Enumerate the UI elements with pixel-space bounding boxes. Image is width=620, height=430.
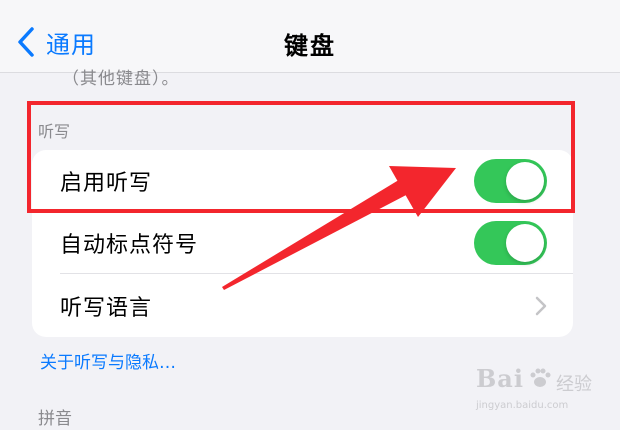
watermark-url: jingyan.baidu.com (476, 400, 569, 411)
dictation-privacy-link[interactable]: 关于听写与隐私… (40, 348, 176, 373)
row-label: 自动标点符号 (60, 233, 199, 258)
row-label: 听写语言 (60, 295, 153, 321)
baidu-watermark: Bai 经验 jingyan.baidu.com (476, 364, 616, 424)
watermark-logo-suffix: 经验 (556, 374, 592, 395)
baidu-paw-icon (530, 368, 551, 387)
navigation-bar: 通用 键盘 (0, 0, 620, 73)
toggle-knob (506, 224, 544, 262)
watermark-logo-text: Bai (476, 364, 524, 393)
auto-punctuation-toggle[interactable] (474, 221, 547, 265)
chevron-right-icon (535, 296, 547, 315)
section-header-pinyin: 拼音 (38, 409, 72, 429)
page-title: 键盘 (284, 32, 336, 60)
row-dictation-language[interactable]: 听写语言 (32, 274, 573, 337)
row-auto-punctuation[interactable]: 自动标点符号 (32, 212, 573, 274)
previous-section-footer: （其他键盘）。 (62, 69, 180, 89)
annotation-highlight-box (27, 101, 575, 213)
